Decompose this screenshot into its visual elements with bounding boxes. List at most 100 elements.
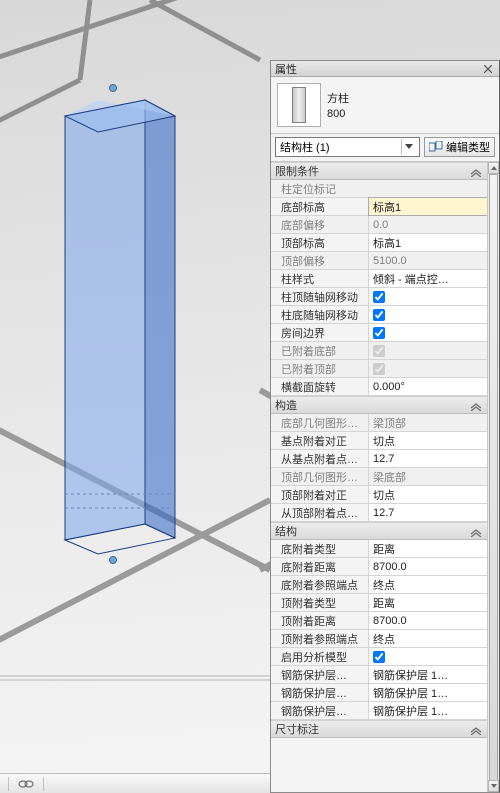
property-checkbox: [373, 363, 385, 375]
property-label: 顶部附着对正: [271, 486, 369, 503]
property-value[interactable]: 标高1: [369, 234, 487, 251]
property-label: 柱定位标记: [271, 180, 487, 197]
property-label: 底附着距离: [271, 558, 369, 575]
property-value[interactable]: [369, 648, 487, 665]
property-scroll-area: 限制条件柱定位标记底部标高标高1底部偏移0.0顶部标高标高1顶部偏移5100.0…: [271, 162, 499, 792]
collapse-icon[interactable]: [469, 399, 483, 411]
property-row[interactable]: 底附着参照端点终点: [271, 576, 487, 594]
property-value[interactable]: 钢筋保护层 1…: [369, 666, 487, 683]
property-label: 顶部几何图形…: [271, 468, 369, 485]
property-row[interactable]: 横截面旋转0.000°: [271, 378, 487, 396]
section-header[interactable]: 构造: [271, 396, 487, 414]
type-selector[interactable]: 方柱 800: [271, 77, 499, 134]
link-icon[interactable]: [17, 778, 35, 790]
collapse-icon[interactable]: [469, 165, 483, 177]
bottom-grip[interactable]: [109, 556, 117, 564]
property-row[interactable]: 顶附着距离8700.0: [271, 612, 487, 630]
property-value[interactable]: 距离: [369, 594, 487, 611]
property-row[interactable]: 底部几何图形…梁顶部: [271, 414, 487, 432]
collapse-icon[interactable]: [469, 723, 483, 735]
property-value[interactable]: 标高1: [369, 198, 487, 215]
panel-titlebar[interactable]: 属性: [271, 61, 499, 77]
property-value[interactable]: 12.7: [369, 504, 487, 521]
property-value[interactable]: [369, 342, 487, 359]
property-label: 已附着底部: [271, 342, 369, 359]
property-label: 横截面旋转: [271, 378, 369, 395]
property-row[interactable]: 顶附着类型距离: [271, 594, 487, 612]
status-bar: [0, 773, 270, 793]
property-row[interactable]: 柱样式倾斜 - 端点控…: [271, 270, 487, 288]
property-row[interactable]: 从顶部附着点…12.7: [271, 504, 487, 522]
property-value[interactable]: 8700.0: [369, 558, 487, 575]
property-row[interactable]: 顶附着参照端点终点: [271, 630, 487, 648]
property-value[interactable]: 钢筋保护层 1…: [369, 684, 487, 701]
property-row[interactable]: 顶部几何图形…梁底部: [271, 468, 487, 486]
top-grip[interactable]: [109, 84, 117, 92]
section-header[interactable]: 结构: [271, 522, 487, 540]
property-checkbox[interactable]: [373, 309, 385, 321]
property-row[interactable]: 钢筋保护层…钢筋保护层 1…: [271, 684, 487, 702]
property-value[interactable]: [369, 306, 487, 323]
property-row[interactable]: 顶部附着对正切点: [271, 486, 487, 504]
property-row[interactable]: 柱底随轴网移动: [271, 306, 487, 324]
property-value[interactable]: 梁顶部: [369, 414, 487, 431]
property-value[interactable]: 0.000°: [369, 378, 487, 395]
property-row[interactable]: 底附着类型距离: [271, 540, 487, 558]
property-value[interactable]: 梁底部: [369, 468, 487, 485]
app-root: 属性 方柱 800 结构柱 (1): [0, 0, 500, 793]
property-checkbox: [373, 345, 385, 357]
property-row[interactable]: 钢筋保护层…钢筋保护层 1…: [271, 666, 487, 684]
property-value[interactable]: 0.0: [369, 216, 487, 233]
scroll-track[interactable]: [488, 174, 499, 780]
property-row[interactable]: 底部偏移0.0: [271, 216, 487, 234]
property-value[interactable]: 倾斜 - 端点控…: [369, 270, 487, 287]
property-value[interactable]: 8700.0: [369, 612, 487, 629]
property-checkbox[interactable]: [373, 651, 385, 663]
property-row[interactable]: 柱定位标记: [271, 180, 487, 198]
property-value[interactable]: 5100.0: [369, 252, 487, 269]
close-icon[interactable]: [481, 63, 495, 75]
property-row[interactable]: 底附着距离8700.0: [271, 558, 487, 576]
property-value[interactable]: 终点: [369, 576, 487, 593]
scroll-up-button[interactable]: [488, 162, 499, 174]
property-label: 底部标高: [271, 198, 369, 215]
property-label: 钢筋保护层…: [271, 702, 369, 719]
property-row[interactable]: 顶部标高标高1: [271, 234, 487, 252]
property-value[interactable]: 距离: [369, 540, 487, 557]
property-row[interactable]: 钢筋保护层…钢筋保护层 1…: [271, 702, 487, 720]
vertical-scrollbar[interactable]: [487, 162, 499, 792]
property-row[interactable]: 柱顶随轴网移动: [271, 288, 487, 306]
property-label: 底附着类型: [271, 540, 369, 557]
property-checkbox[interactable]: [373, 327, 385, 339]
property-value[interactable]: 12.7: [369, 450, 487, 467]
section-header[interactable]: 限制条件: [271, 162, 487, 180]
property-row[interactable]: 基点附着对正切点: [271, 432, 487, 450]
property-value[interactable]: [369, 324, 487, 341]
property-row[interactable]: 房间边界: [271, 324, 487, 342]
properties-panel: 属性 方柱 800 结构柱 (1): [270, 60, 500, 793]
edit-type-button[interactable]: 编辑类型: [424, 137, 495, 157]
property-value[interactable]: 切点: [369, 432, 487, 449]
property-label: 底部偏移: [271, 216, 369, 233]
section-title: 结构: [275, 523, 297, 539]
scroll-down-button[interactable]: [488, 780, 499, 792]
property-row[interactable]: 顶部偏移5100.0: [271, 252, 487, 270]
property-row[interactable]: 启用分析模型: [271, 648, 487, 666]
instance-row: 结构柱 (1) 编辑类型: [271, 134, 499, 162]
property-value[interactable]: [369, 360, 487, 377]
section-header[interactable]: 尺寸标注: [271, 720, 487, 738]
scroll-thumb[interactable]: [489, 174, 498, 792]
property-value[interactable]: 终点: [369, 630, 487, 647]
property-row[interactable]: 已附着底部: [271, 342, 487, 360]
property-label: 已附着顶部: [271, 360, 369, 377]
instance-filter-dropdown[interactable]: 结构柱 (1): [275, 137, 420, 157]
property-checkbox[interactable]: [373, 291, 385, 303]
property-label: 顶附着参照端点: [271, 630, 369, 647]
property-row[interactable]: 已附着顶部: [271, 360, 487, 378]
property-value[interactable]: 切点: [369, 486, 487, 503]
collapse-icon[interactable]: [469, 525, 483, 537]
property-row[interactable]: 底部标高标高1: [271, 198, 487, 216]
property-value[interactable]: [369, 288, 487, 305]
property-value[interactable]: 钢筋保护层 1…: [369, 702, 487, 719]
property-row[interactable]: 从基点附着点…12.7: [271, 450, 487, 468]
